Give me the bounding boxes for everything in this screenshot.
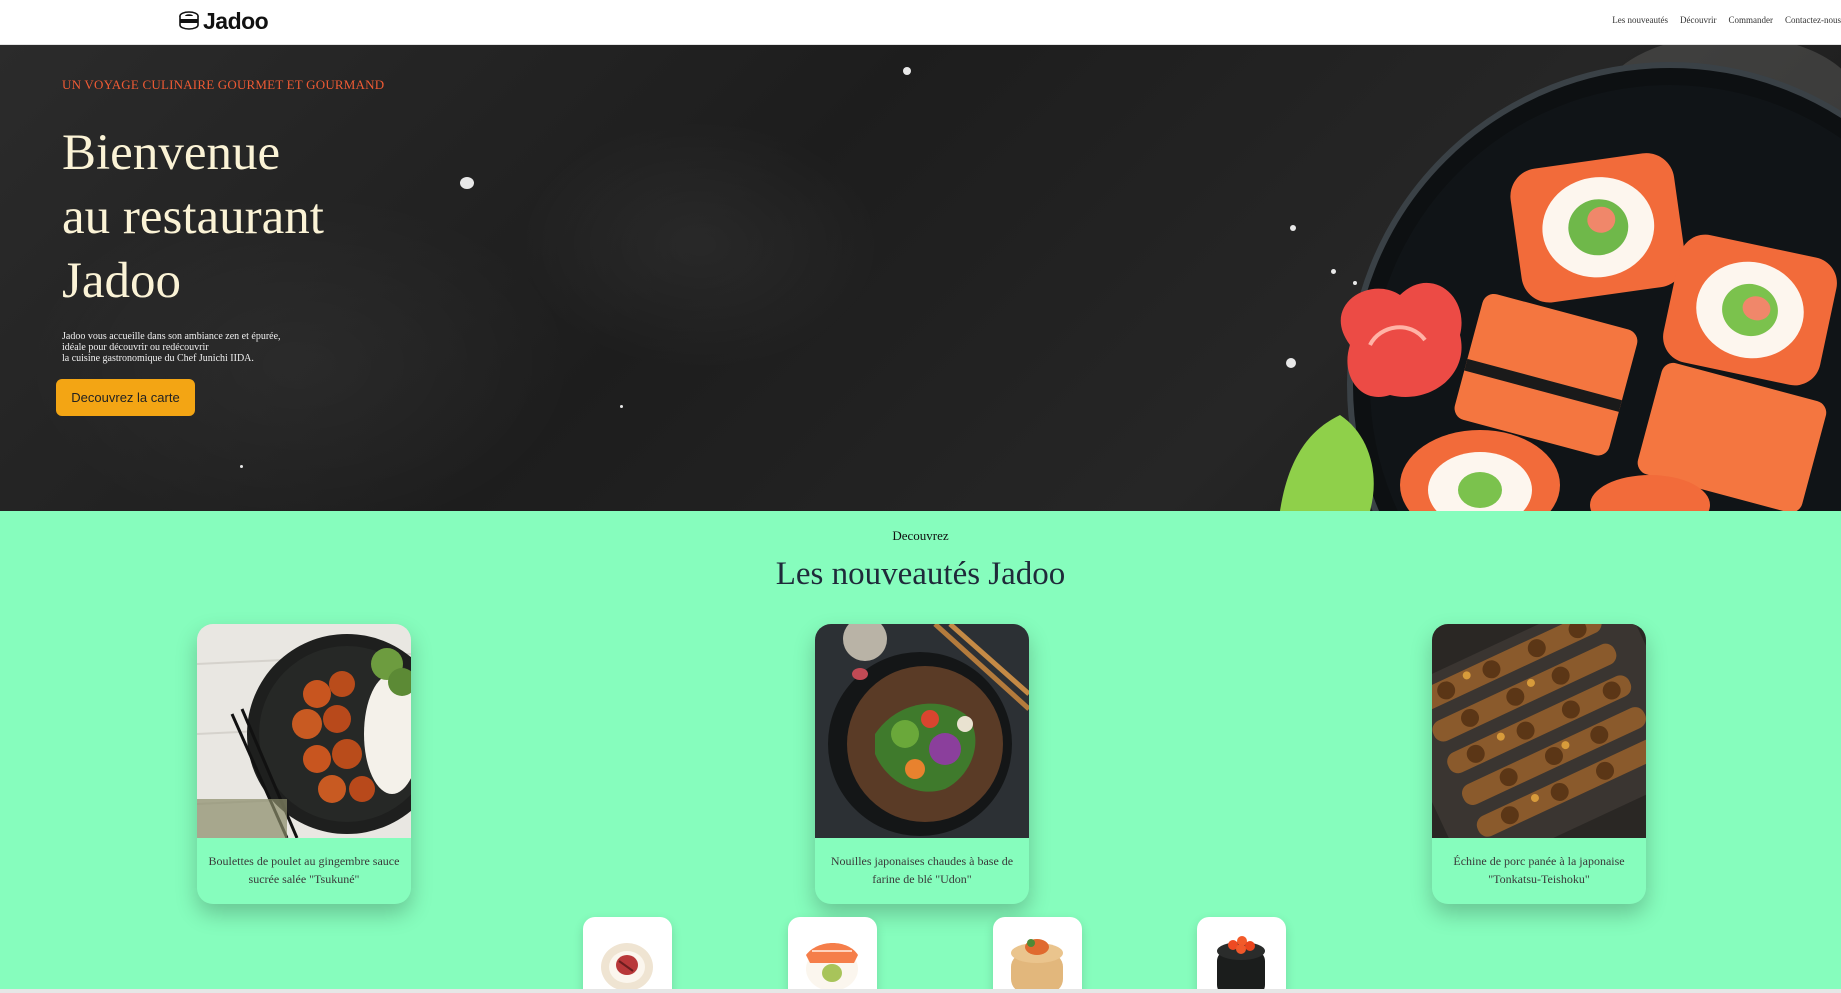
hero-title: Bienvenue au restaurant Jadoo: [62, 121, 482, 313]
dish-image-tonkatsu: [1432, 624, 1646, 838]
hero-tagline: UN VOYAGE CULINAIRE GOURMET ET GOURMAND: [62, 77, 385, 92]
sushi-ikura-image: [1217, 936, 1265, 993]
hero-banner: UN VOYAGE CULINAIRE GOURMET ET GOURMAND …: [0, 45, 1841, 511]
section-kicker: Decouvrez: [892, 528, 949, 543]
sushi-thumbnail-tempura[interactable]: [993, 917, 1082, 993]
sushi-thumbnail-ikura[interactable]: [1197, 917, 1286, 993]
dish-card-tonkatsu[interactable]: Échine de porc panée à la japonaise "Ton…: [1432, 624, 1646, 904]
sushi-thumbnail-tuna[interactable]: [583, 917, 672, 993]
sushi-salmon-avocado-image: [806, 943, 858, 991]
hero-description-line: Jadoo vous accueille dans son ambiance z…: [62, 331, 281, 342]
page-bottom-rule: [0, 989, 1841, 993]
discover-menu-button[interactable]: Decouvrez la carte: [56, 379, 195, 416]
dish-caption: Échine de porc panée à la japonaise "Ton…: [1453, 854, 1625, 886]
sushi-thumbnail-salmon-avocado[interactable]: [788, 917, 877, 993]
site-header: Jadoo Les nouveautés Découvrir Commander…: [0, 0, 1841, 45]
logo[interactable]: Jadoo: [178, 8, 269, 34]
section-title: Les nouveautés Jadoo: [775, 556, 1066, 592]
hero-title-line: au restaurant: [62, 189, 324, 245]
hero-speck: [903, 67, 911, 75]
dish-caption: Nouilles japonaises chaudes à base de fa…: [830, 854, 1014, 886]
nav-link-decouvrir[interactable]: Découvrir: [1680, 15, 1716, 25]
dish-image-tsukune: [197, 624, 411, 838]
hero-description: Jadoo vous accueille dans son ambiance z…: [62, 331, 322, 364]
nav-link-commander[interactable]: Commander: [1729, 15, 1774, 25]
nav-link-nouveautes[interactable]: Les nouveautés: [1612, 15, 1668, 25]
dish-card-tsukune[interactable]: Boulettes de poulet au gingembre sauce s…: [197, 624, 411, 904]
sushi-roll-tuna-image: [601, 943, 653, 991]
hero-description-line: la cuisine gastronomique du Chef Junichi…: [62, 353, 254, 364]
dish-card-udon[interactable]: Nouilles japonaises chaudes à base de fa…: [815, 624, 1029, 904]
hero-title-line: Bienvenue: [62, 125, 281, 181]
hero-speck: [240, 465, 243, 468]
dish-image-udon: [815, 624, 1029, 838]
main-nav: Les nouveautés Découvrir Commander Conta…: [1612, 15, 1841, 25]
dish-caption: Boulettes de poulet au gingembre sauce s…: [208, 854, 400, 886]
nav-link-contact[interactable]: Contactez-nous: [1785, 15, 1841, 25]
hero-speck: [620, 405, 623, 408]
hero-title-line: Jadoo: [62, 253, 181, 309]
sushi-tempura-image: [1011, 939, 1063, 993]
logo-text: Jadoo: [203, 8, 269, 34]
sushi-logo-icon: [179, 11, 199, 30]
sushi-plate-image: [1280, 45, 1841, 511]
hero-description-line: idéale pour découvrir ou redécouvrir: [62, 342, 209, 353]
